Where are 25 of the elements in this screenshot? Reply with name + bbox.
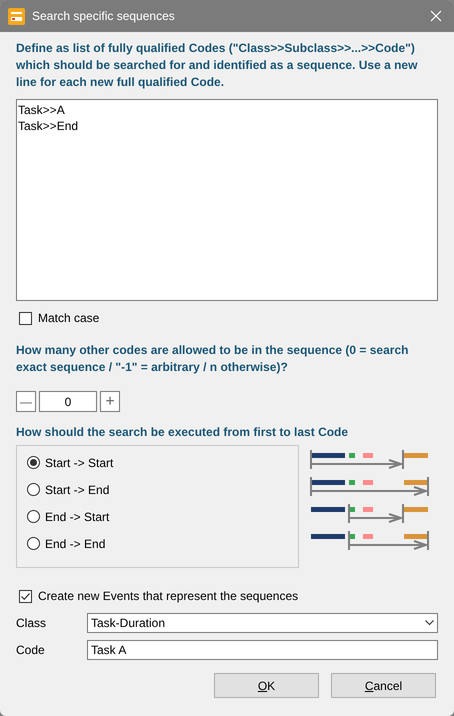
window-title: Search specific sequences — [32, 8, 176, 25]
mode-radio-option[interactable]: Start -> End — [27, 481, 298, 498]
mode-radio-option[interactable]: End -> Start — [27, 508, 298, 525]
app-logo-icon — [8, 8, 25, 24]
chevron-down-icon — [425, 620, 434, 626]
mode-radio-option[interactable]: End -> End — [27, 535, 298, 552]
decrement-button[interactable]: — — [16, 391, 36, 412]
allowed-codes-question: How many other codes are allowed to be in the sequence (0 = search exact sequence / "-1" = arbitrary / n otherwise)? — [16, 342, 410, 376]
instructions-text: Define as list of fully qualified Codes ("Class>>Subclass>>...>>Code") which should be searched for and identified as a sequence. Use a new line for each new full qualified Code. — [16, 40, 418, 91]
execution-question: How should the search be executed from first to last Code — [16, 424, 350, 441]
increment-button[interactable]: + — [100, 391, 120, 412]
class-dropdown[interactable]: Task-Duration — [87, 613, 438, 633]
close-icon — [430, 10, 442, 22]
ok-button[interactable]: OK — [214, 673, 319, 698]
checkbox-label: Match case — [38, 310, 100, 327]
code-label: Code — [16, 642, 46, 659]
mode-radio-option[interactable]: Start -> Start — [27, 454, 298, 471]
checkbox[interactable] — [19, 312, 32, 324]
checkbox[interactable] — [19, 590, 32, 602]
number-field[interactable]: 0 — [39, 391, 97, 412]
checkbox-label: Create new Events that represent the sequences — [38, 588, 298, 605]
class-label: Class — [16, 615, 48, 632]
codes-text-area[interactable]: Task>>A Task>>End — [16, 99, 438, 301]
cancel-button[interactable]: Cancel — [331, 673, 436, 698]
code-field[interactable]: Task A — [87, 640, 438, 660]
